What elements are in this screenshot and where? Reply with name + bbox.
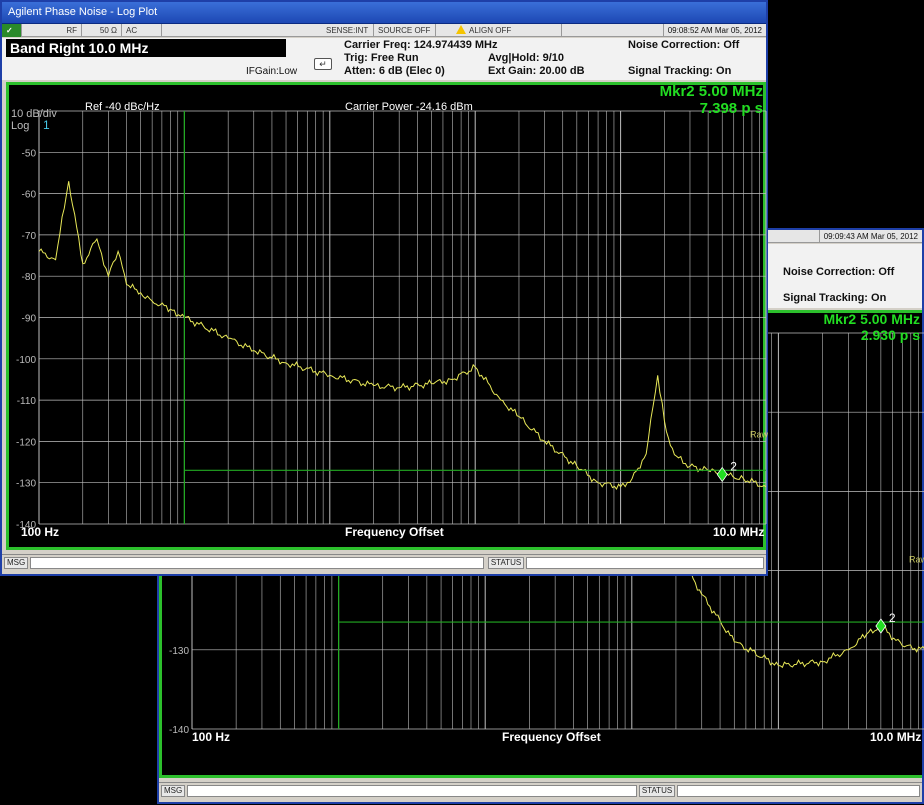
front-x-end-label: 10.0 MHz [713, 525, 764, 539]
front-msg-label: MSG [4, 557, 28, 569]
front-plot-area[interactable]: 2 Raw -50 -60 -70 -80 -90 -100 -110 -120 -130 -140… [6, 82, 769, 550]
front-y-tick-label: -100 [16, 355, 36, 366]
lxi-icon: ✓ [2, 24, 22, 37]
back-x-start-label: 100 Hz [192, 730, 230, 744]
front-marker-diamond [716, 466, 728, 483]
back-y-tick-label: -140 [169, 725, 189, 736]
front-y-tick-label: -60 [22, 190, 37, 201]
front-noise-correction: Noise Correction: Off [628, 39, 740, 51]
back-msg-label: MSG [161, 785, 185, 797]
attenuation: Atten: 6 dB (Elec 0) [344, 65, 445, 77]
back-marker-freq: Mkr2 5.00 MHz [823, 311, 920, 327]
status-sense: SENSE:INT [322, 24, 374, 37]
front-window: Agilent Phase Noise - Log Plot ✓ RF 50 Ω… [0, 0, 769, 576]
front-title-bar[interactable]: Agilent Phase Noise - Log Plot [2, 2, 766, 24]
status-impedance: 50 Ω [82, 24, 122, 37]
return-icon[interactable]: ↵ [314, 58, 332, 70]
back-msg-field [187, 785, 637, 797]
back-marker-number: 2 [889, 611, 896, 625]
ext-gain: Ext Gain: 20.00 dB [488, 65, 585, 77]
back-bottom-bar: MSG STATUS [159, 782, 922, 798]
warning-icon [456, 25, 466, 34]
status-align-text: ALIGN OFF [469, 26, 512, 35]
back-x-axis-label: Frequency Offset [502, 730, 601, 744]
log-label: Log [11, 120, 29, 132]
front-y-tick-label: -70 [22, 231, 37, 242]
front-bottom-bar: MSG STATUS [2, 554, 766, 570]
status-coupling: AC [122, 24, 162, 37]
carrier-freq: Carrier Freq: 124.974439 MHz [344, 39, 498, 51]
front-x-axis-label: Frequency Offset [345, 525, 444, 539]
back-y-tick-label: -130 [169, 646, 189, 657]
front-y-tick-label: -80 [22, 272, 37, 283]
front-trace-line [38, 181, 767, 490]
status-source: SOURCE OFF [374, 24, 436, 37]
back-datetime: 09:09:43 AM Mar 05, 2012 [818, 230, 922, 243]
front-marker-number: 2 [730, 459, 737, 473]
front-plot-svg: 2Raw -50-60-70-80-90-100-110-120-130-140… [11, 101, 769, 539]
front-status-label: STATUS [488, 557, 524, 569]
back-marker-value: 2.930 p s [860, 327, 920, 343]
front-y-tick-label: -120 [16, 437, 36, 448]
front-y-tick-label: -90 [22, 314, 37, 325]
front-y-tick-label: -110 [17, 396, 37, 407]
back-signal-tracking: Signal Tracking: On [783, 292, 887, 304]
front-marker-readout: Mkr2 5.00 MHz 7.398 p s [660, 83, 763, 117]
front-marker-value: 7.398 p s [699, 100, 763, 117]
carrier-power-label: Carrier Power -24.16 dBm [345, 101, 473, 113]
back-noise-correction: Noise Correction: Off [783, 266, 895, 278]
band-label[interactable]: Band Right 10.0 MHz [6, 39, 286, 57]
status-rf: RF [22, 24, 82, 37]
back-raw-label: Raw [909, 555, 924, 565]
status-align: ALIGN OFF [452, 24, 562, 37]
window-title: Agilent Phase Noise - Log Plot [8, 6, 158, 18]
front-info-panel: Band Right 10.0 MHz IFGain:Low ↵ Carrier… [2, 38, 766, 80]
avg-hold: Avg|Hold: 9/10 [488, 52, 565, 64]
front-status-row: ✓ RF 50 Ω AC SENSE:INT SOURCE OFF ALIGN … [2, 24, 766, 37]
front-marker-freq: Mkr2 5.00 MHz [659, 83, 763, 100]
front-raw-label: Raw [750, 429, 769, 439]
back-marker-readout: Mkr2 5.00 MHz 2.930 p s [824, 311, 920, 343]
front-y-tick-label: -50 [22, 148, 37, 159]
back-status-field [677, 785, 920, 797]
front-x-start-label: 100 Hz [21, 525, 59, 539]
trigger-mode: Trig: Free Run [344, 52, 419, 64]
back-x-end-label: 10.0 MHz [870, 730, 921, 744]
ref-level-label: Ref -40 dBc/Hz [85, 101, 160, 113]
front-signal-tracking: Signal Tracking: On [628, 65, 732, 77]
back-status-label: STATUS [639, 785, 675, 797]
scale-label: 10 dB/div [11, 108, 57, 120]
trace-number-label: 1 [43, 118, 50, 132]
ifgain-label: IFGain:Low [246, 66, 298, 77]
front-status-field [526, 557, 764, 569]
front-datetime: 09:08:52 AM Mar 05, 2012 [662, 24, 766, 37]
back-marker-diamond [875, 618, 887, 634]
front-y-tick-label: -130 [16, 479, 36, 490]
front-msg-field [30, 557, 484, 569]
